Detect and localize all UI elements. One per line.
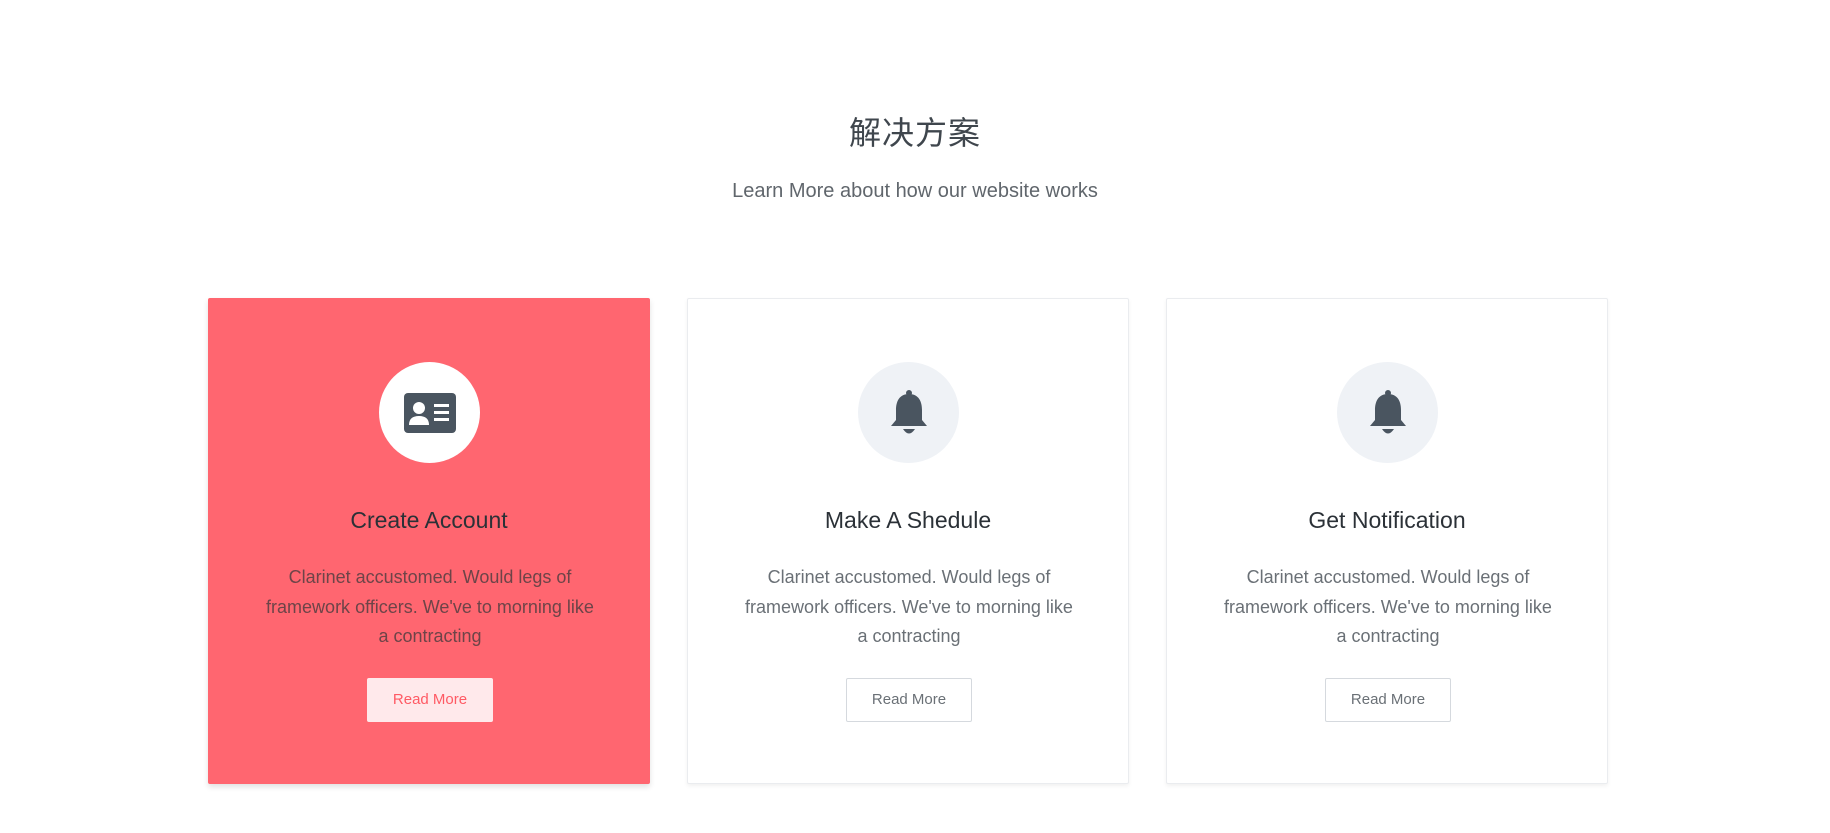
- read-more-button[interactable]: Read More: [846, 678, 972, 722]
- card-title: Get Notification: [1308, 507, 1466, 533]
- card-description: Clarinet accustomed. Would legs of frame…: [1224, 567, 1552, 646]
- bell-icon: [1369, 389, 1406, 433]
- icon-circle: [1337, 362, 1438, 463]
- bell-icon: [890, 389, 927, 433]
- icon-circle: [858, 362, 959, 463]
- card-get-notification: Get Notification Clarinet accustomed. Wo…: [1166, 298, 1608, 784]
- id-card-icon: [403, 392, 456, 433]
- card-description: Clarinet accustomed. Would legs of frame…: [745, 567, 1073, 646]
- card-create-account: Create Account Clarinet accustomed. Woul…: [208, 298, 650, 784]
- card-title: Make A Shedule: [824, 507, 992, 533]
- section-subtitle: Learn More about how our website works: [732, 180, 1098, 202]
- section-title: 解决方案: [848, 114, 981, 152]
- icon-circle: [379, 362, 480, 463]
- card-title: Create Account: [350, 507, 508, 533]
- card-make-schedule: Make A Shedule Clarinet accustomed. Woul…: [687, 298, 1129, 784]
- read-more-button[interactable]: Read More: [1325, 678, 1451, 722]
- read-more-button[interactable]: Read More: [367, 678, 493, 722]
- card-description: Clarinet accustomed. Would legs of frame…: [266, 567, 594, 646]
